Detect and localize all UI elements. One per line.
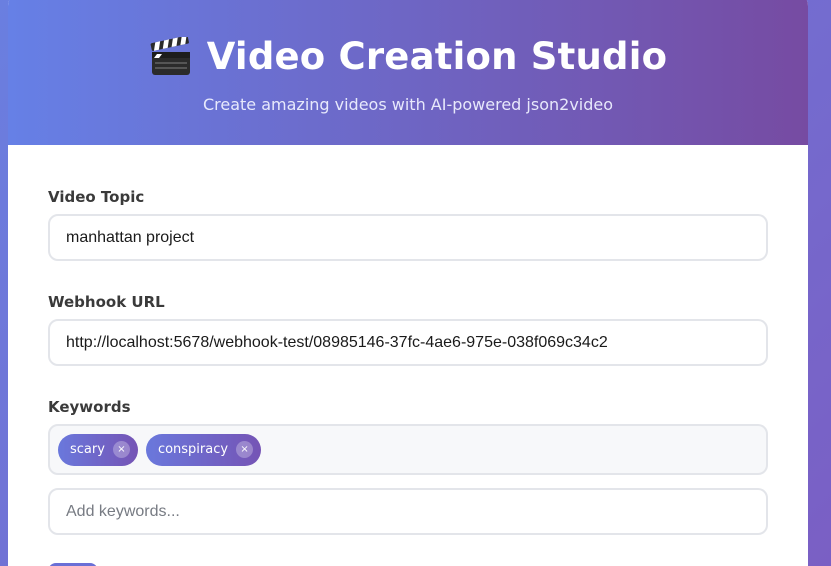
remove-tag-icon[interactable]: × [236,441,254,458]
keyword-tag: scary × [58,433,138,466]
keywords-label: Keywords [48,398,131,416]
keyword-tag-label: conspiracy [157,442,229,457]
main-card: Video Creation Studio Create amazing vid… [8,0,808,566]
webhook-url-value: http://localhost:5678/webhook-test/08985… [66,333,608,351]
page-title: Video Creation Studio [206,35,668,78]
clapperboard-icon [149,35,193,77]
page-subtitle: Create amazing videos with AI-powered js… [202,95,614,114]
keyword-tag-label: scary [70,442,105,457]
add-keywords-placeholder: Add keywords... [66,502,180,520]
keyword-tag: conspiracy × [145,433,262,466]
webhook-url-input[interactable]: http://localhost:5678/webhook-test/08985… [48,319,768,366]
page-title-row: Video Creation Studio [8,35,808,78]
keyword-tags-container: scary × conspiracy × [48,424,768,475]
webhook-url-label: Webhook URL [48,293,165,311]
video-topic-value: manhattan project [66,228,195,246]
video-topic-input[interactable]: manhattan project [48,214,768,261]
remove-tag-icon[interactable]: × [112,441,130,458]
header: Video Creation Studio Create amazing vid… [8,0,808,145]
add-keywords-input[interactable]: Add keywords... [48,488,768,535]
video-topic-label: Video Topic [48,188,145,206]
